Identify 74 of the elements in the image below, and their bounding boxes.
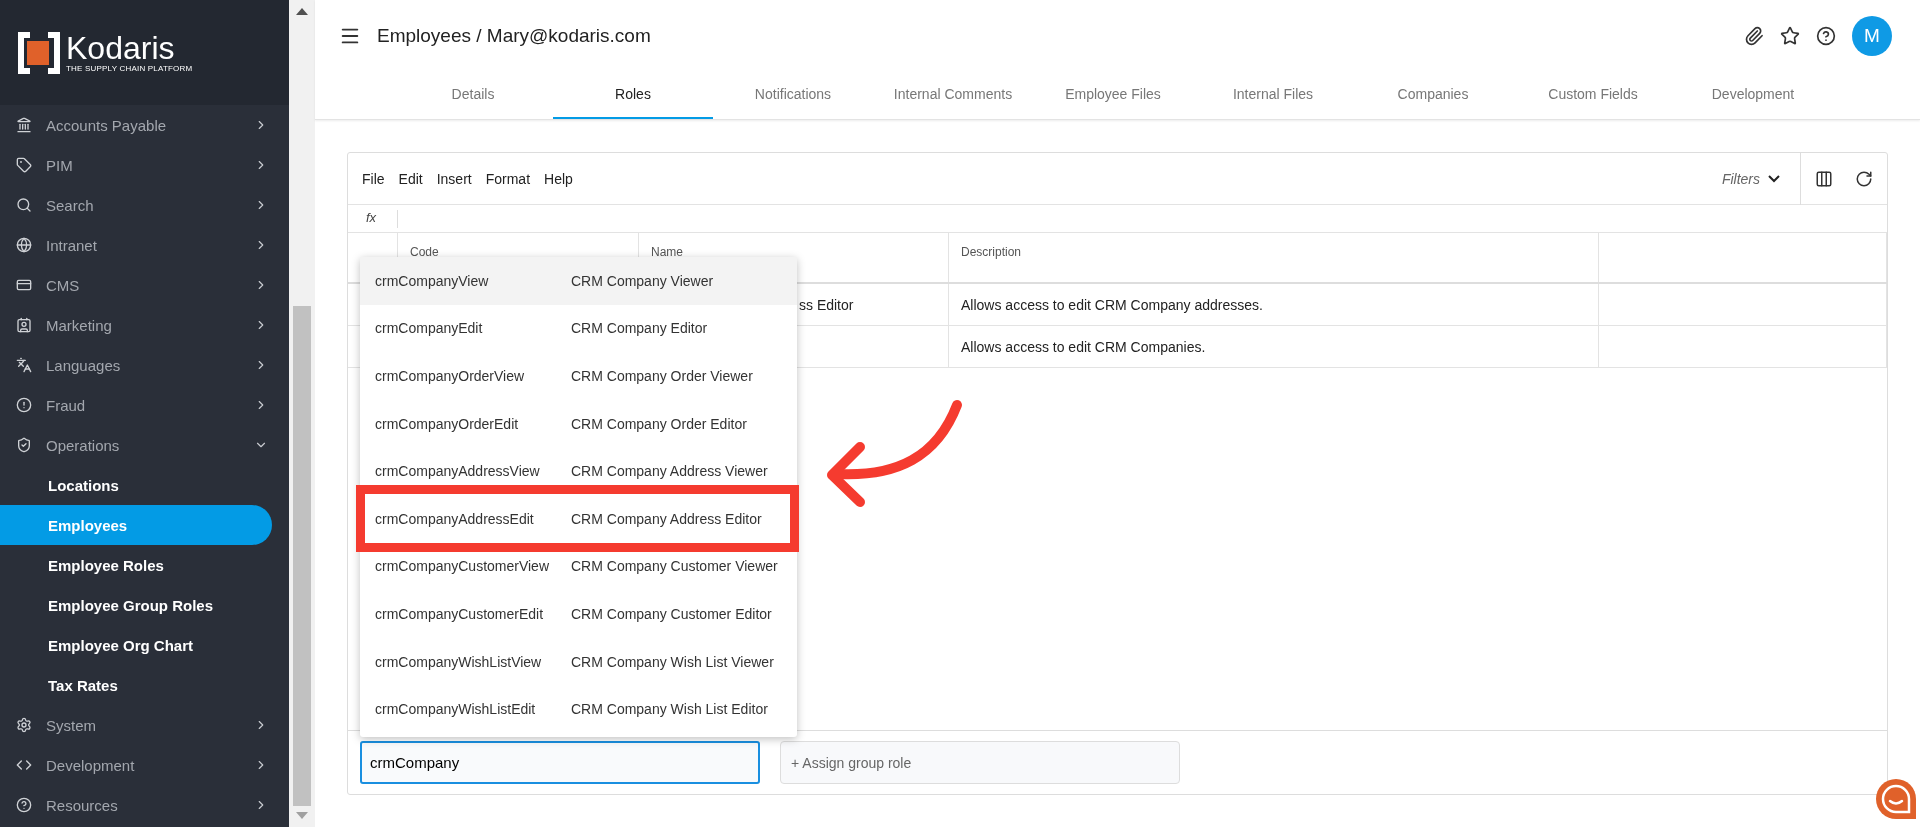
settings-icon [16, 717, 32, 733]
column-header[interactable]: Code [410, 245, 439, 259]
dropdown-option[interactable]: crmCompanyCustomerEdit CRM Company Customer Editor [360, 590, 797, 638]
formula-label: fx [348, 209, 398, 228]
column-header[interactable]: Name [651, 245, 683, 259]
tab[interactable]: Companies [1353, 71, 1513, 119]
filters-button[interactable]: Filters [1715, 152, 1801, 205]
search-icon [16, 197, 32, 213]
tab[interactable]: Custom Fields [1513, 71, 1673, 119]
scrollbar[interactable] [289, 0, 315, 827]
menu-item[interactable]: File [362, 170, 385, 187]
tab[interactable]: Development [1673, 71, 1833, 119]
tag-icon [16, 157, 32, 173]
sidebar-item[interactable]: Development [0, 745, 288, 785]
tab[interactable]: Internal Files [1193, 71, 1353, 119]
menu-item[interactable]: Help [544, 170, 573, 187]
shield-icon [16, 437, 32, 453]
sidebar-item[interactable]: Intranet [0, 225, 288, 265]
table-cell: Allows access to edit CRM Companies. [961, 338, 1206, 355]
role-input-field[interactable]: crmCompany [360, 741, 760, 784]
menu-item[interactable]: Format [485, 170, 531, 187]
sidebar-item[interactable]: Fraud [0, 385, 288, 425]
scrollbar-thumb[interactable] [293, 306, 311, 806]
sidebar-subitem[interactable]: Employee Org Chart [0, 625, 272, 665]
translate-icon [16, 357, 32, 373]
bank-icon [16, 117, 32, 133]
dropdown-option[interactable]: crmCompanyView CRM Company Viewer [360, 257, 797, 305]
sidebar-item[interactable]: System [0, 705, 288, 745]
sidebar-item[interactable]: Accounts Payable [0, 105, 288, 145]
page-title: Employees / Mary@kodaris.com [377, 24, 652, 47]
sidebar-subitem[interactable]: Locations [0, 465, 272, 505]
sidebar-subitem[interactable]: Employee Group Roles [0, 585, 272, 625]
column-header[interactable]: Description [961, 245, 1022, 259]
paperclip-icon[interactable] [1744, 25, 1764, 46]
brand-name: Kodaris [66, 32, 176, 64]
tab[interactable]: Employee Files [1033, 71, 1193, 119]
help-icon [16, 797, 32, 813]
sidebar-item[interactable]: Marketing [0, 305, 288, 345]
sidebar-item[interactable]: Search [0, 185, 288, 225]
tab[interactable]: Internal Comments [873, 71, 1033, 119]
group-role-field[interactable]: + Assign group role [780, 741, 1180, 784]
dropdown-option[interactable]: crmCompanyWishListView CRM Company Wish List Viewer [360, 637, 797, 686]
code-icon [16, 757, 32, 773]
alert-icon [16, 397, 32, 413]
chat-icon[interactable] [1875, 778, 1917, 820]
star-icon[interactable] [1780, 25, 1800, 46]
menu-item[interactable]: Edit [398, 170, 423, 187]
sidebar-item[interactable]: PIM [0, 145, 288, 185]
sidebar-subitem[interactable]: Tax Rates [0, 665, 272, 705]
tab[interactable]: Roles [553, 71, 713, 119]
sidebar-item[interactable]: Languages [0, 345, 288, 385]
sidebar-subitem[interactable]: Employee Roles [0, 545, 272, 585]
menu-item[interactable]: Insert [436, 170, 472, 187]
globe-icon [16, 237, 32, 253]
tab[interactable]: Details [393, 71, 553, 119]
dropdown-option[interactable]: crmCompanyOrderEdit CRM Company Order Editor [360, 399, 797, 448]
columns-icon[interactable] [1815, 169, 1833, 188]
dropdown-option[interactable]: crmCompanyOrderView CRM Company Order Viewer [360, 352, 797, 400]
table-cell: Allows access to edit CRM Company addresses. [961, 296, 1263, 313]
help-icon[interactable] [1816, 25, 1836, 46]
brand-tagline: THE SUPPLY CHAIN PLATFORM [66, 64, 193, 73]
tab[interactable]: Notifications [713, 71, 873, 119]
logo-icon [18, 31, 60, 74]
contact-card-icon [16, 317, 32, 333]
table-cell: ss Editor [799, 296, 854, 313]
chevron-down-icon [1768, 174, 1780, 183]
sidebar-item[interactable]: Resources [0, 785, 288, 825]
refresh-icon[interactable] [1855, 169, 1873, 188]
sidebar-item[interactable]: CMS [0, 265, 288, 305]
dropdown-option[interactable]: crmCompanyEdit CRM Company Editor [360, 304, 797, 353]
scroll-up-icon[interactable] [296, 8, 308, 15]
card-icon [16, 277, 32, 293]
dropdown-option[interactable]: crmCompanyWishListEdit CRM Company Wish List Editor [360, 685, 797, 733]
sidebar-item[interactable]: Operations [0, 425, 288, 465]
